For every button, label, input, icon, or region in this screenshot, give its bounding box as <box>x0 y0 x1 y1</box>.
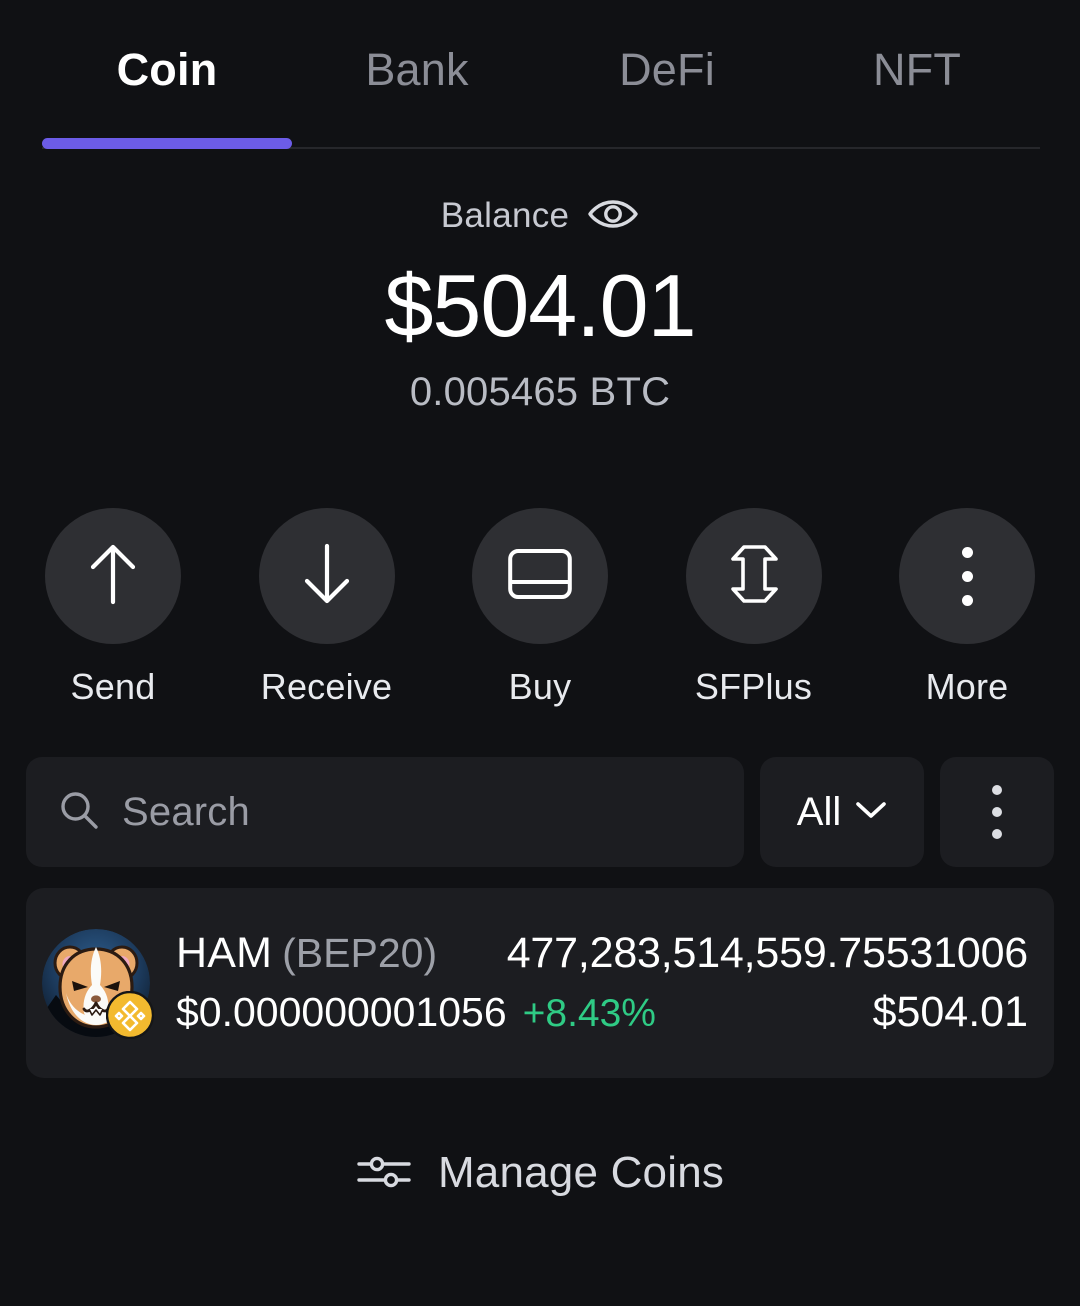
buy-button-label: Buy <box>508 666 572 707</box>
chevron-down-icon <box>855 800 887 825</box>
search-row: Search All <box>26 757 1054 867</box>
sfplus-button-label: SFPlus <box>694 666 813 707</box>
manage-coins-button[interactable]: Manage Coins <box>0 1148 1080 1198</box>
token-fiat-value: $504.01 <box>872 988 1028 1036</box>
token-row[interactable]: HAM (BEP20) 477,283,514,559.75531006 $0.… <box>26 888 1054 1078</box>
bnb-chain-badge <box>105 990 155 1040</box>
balance-amount: $504.01 <box>384 256 696 355</box>
tab-coin[interactable]: Coin <box>42 20 292 120</box>
buy-button-circle <box>472 508 608 644</box>
tab-coin-label: Coin <box>116 44 218 95</box>
action-buttons-row: Send Receive Buy SFPlus More <box>0 508 1080 708</box>
balance-section: Balance $504.01 0.005465 BTC <box>0 190 1080 415</box>
tab-defi-label: DeFi <box>619 44 715 95</box>
wallet-screen: Coin Bank DeFi NFT Balance $504.01 0.005… <box>0 0 1080 1306</box>
balance-label: Balance <box>440 196 570 235</box>
sfplus-button[interactable]: SFPlus <box>665 508 843 708</box>
tab-nft[interactable]: NFT <box>792 20 1042 120</box>
filter-dropdown[interactable]: All <box>760 757 924 867</box>
more-button-circle <box>899 508 1035 644</box>
dots-vertical-icon <box>961 546 973 606</box>
token-change-percent: +8.43% <box>522 992 656 1035</box>
receive-button-circle <box>258 508 395 644</box>
arrow-down-icon <box>298 540 356 613</box>
buy-button[interactable]: Buy <box>451 508 629 708</box>
sfplus-logo-icon <box>721 542 787 611</box>
hamster-avatar <box>42 929 155 1040</box>
manage-coins-label: Manage Coins <box>437 1148 725 1197</box>
balance-crypto-equivalent: 0.005465 BTC <box>409 370 671 415</box>
tab-active-indicator <box>42 138 292 149</box>
tab-nft-label: NFT <box>872 44 962 95</box>
receive-button[interactable]: Receive <box>238 508 416 708</box>
receive-button-label: Receive <box>260 666 393 707</box>
tab-list: Coin Bank DeFi NFT <box>0 20 1080 120</box>
token-primary-line: HAM (BEP20) 477,283,514,559.75531006 <box>176 929 1028 978</box>
tab-defi[interactable]: DeFi <box>542 20 792 120</box>
dots-vertical-icon <box>992 785 1002 839</box>
sliders-icon <box>356 1149 412 1198</box>
filter-dropdown-label: All <box>796 789 842 834</box>
search-placeholder: Search <box>122 789 250 834</box>
token-symbol: HAM <box>176 929 273 977</box>
token-name-group: HAM (BEP20) <box>176 929 437 978</box>
tab-bank-label: Bank <box>365 44 469 95</box>
more-button[interactable]: More <box>878 508 1056 708</box>
arrow-up-icon <box>84 540 142 613</box>
send-button-circle <box>45 508 181 644</box>
tab-bar: Coin Bank DeFi NFT <box>0 20 1080 149</box>
list-options-button[interactable] <box>940 757 1054 867</box>
token-secondary-line: $0.000000001056 +8.43% $504.01 <box>176 988 1028 1037</box>
send-button-label: Send <box>70 666 156 707</box>
balance-label-row: Balance <box>0 190 1080 242</box>
token-amount: 477,283,514,559.75531006 <box>506 929 1028 977</box>
token-info: HAM (BEP20) 477,283,514,559.75531006 $0.… <box>176 929 1028 1037</box>
credit-card-icon <box>507 546 573 607</box>
send-button[interactable]: Send <box>24 508 202 708</box>
eye-icon[interactable] <box>587 197 639 236</box>
token-price-group: $0.000000001056 +8.43% <box>176 989 656 1036</box>
token-price: $0.000000001056 <box>176 989 507 1035</box>
search-icon <box>58 789 100 836</box>
token-network: (BEP20) <box>282 930 438 976</box>
search-input[interactable]: Search <box>26 757 744 867</box>
sfplus-button-circle <box>685 508 822 644</box>
tab-bank[interactable]: Bank <box>292 20 542 120</box>
more-button-label: More <box>925 666 1009 707</box>
